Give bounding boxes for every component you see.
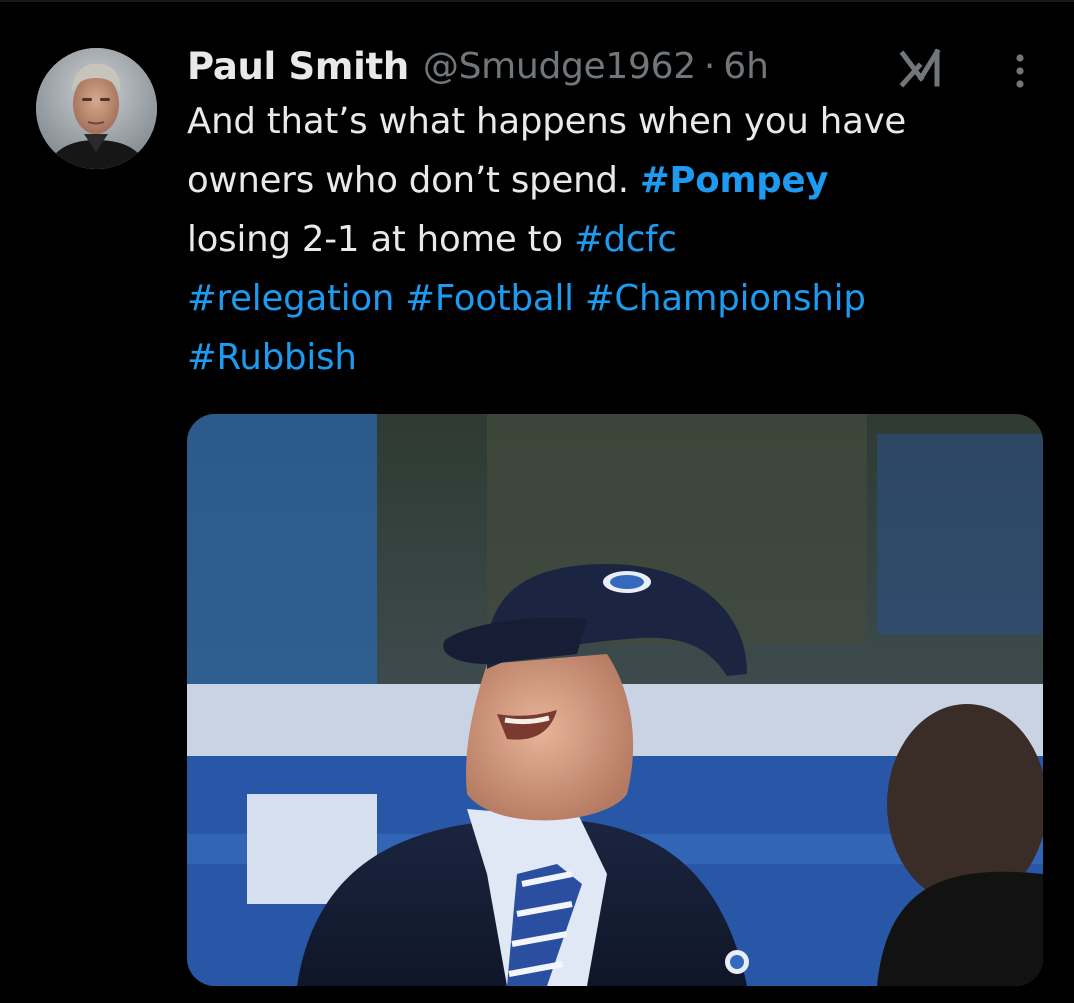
tweet-text-line-1: And that’s what happens when you have xyxy=(187,101,907,142)
avatar[interactable] xyxy=(36,48,157,169)
tweet-text-segment: owners who don’t spend. xyxy=(187,160,640,201)
tweet-content: Paul Smith @Smudge1962 · 6h And that’s w… xyxy=(187,36,1047,387)
hashtag-link[interactable]: #Pompey xyxy=(640,160,829,201)
profile-photo-icon xyxy=(36,48,157,169)
more-vertical-icon[interactable] xyxy=(1005,50,1035,92)
hashtag-link[interactable]: #Championship xyxy=(585,278,866,319)
tweet-text-line-2: owners who don’t spend. #Pompey xyxy=(187,151,1047,210)
author-handle[interactable]: @Smudge1962 xyxy=(423,46,696,87)
separator-dot: · xyxy=(703,45,716,87)
tweet-media-photo[interactable] xyxy=(187,414,1043,986)
tweet-text-line-3: losing 2-1 at home to #dcfc xyxy=(187,210,1047,269)
hashtag-link[interactable]: #Rubbish xyxy=(187,337,357,378)
photo-image xyxy=(187,414,1043,986)
tweet-header: Paul Smith @Smudge1962 · 6h xyxy=(187,36,1047,96)
tweet-text-line-5: #Rubbish xyxy=(187,328,1047,387)
hashtag-link[interactable]: #relegation xyxy=(187,278,394,319)
hashtag-link[interactable]: #Football xyxy=(405,278,574,319)
tweet-text-line-4: #relegation #Football #Championship xyxy=(187,269,1047,328)
tweet-text: And that’s what happens when you have ow… xyxy=(187,92,1047,387)
hashtag-link[interactable]: #dcfc xyxy=(574,219,677,260)
author-display-name[interactable]: Paul Smith xyxy=(187,45,409,88)
tweet-timestamp[interactable]: 6h xyxy=(723,46,769,87)
tweet-text-segment: losing 2-1 at home to xyxy=(187,219,574,260)
top-divider xyxy=(0,0,1074,2)
grok-icon[interactable] xyxy=(899,48,945,88)
